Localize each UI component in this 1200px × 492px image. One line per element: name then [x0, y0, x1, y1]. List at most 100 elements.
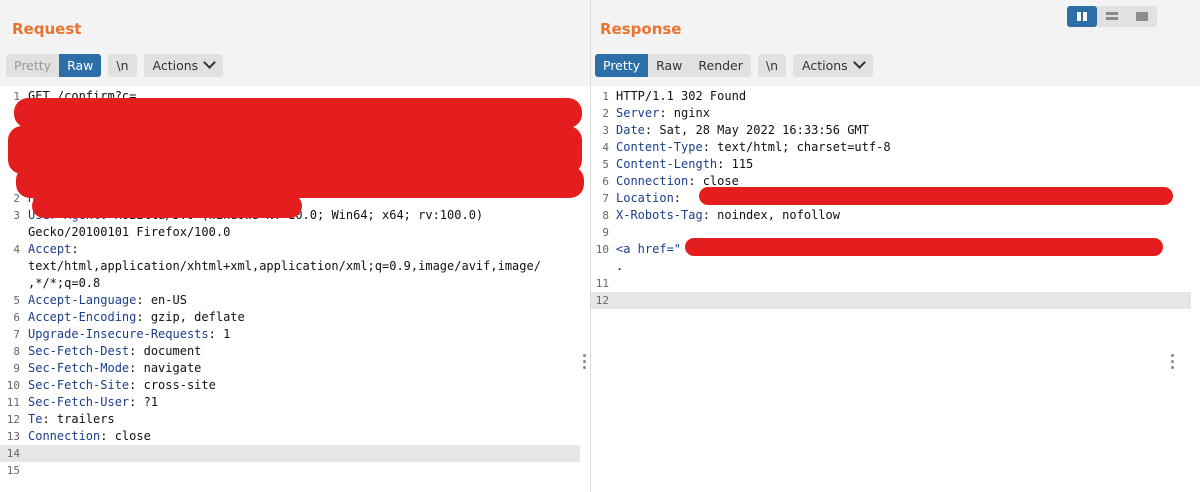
code-line: 13 Connection: close [0, 428, 580, 445]
code-line: 5 Content-Length: 115 [591, 156, 1191, 173]
header-value: : 115 [717, 157, 754, 171]
request-actions-button[interactable]: Actions [143, 54, 224, 77]
response-actions-button[interactable]: Actions [793, 54, 873, 77]
header-name: Server [616, 106, 660, 120]
code-line: 5 Accept-Language: en-US [0, 292, 580, 309]
layout-switch [1067, 6, 1157, 27]
line-number: 4 [13, 243, 20, 256]
code-line: 4 Accept: [0, 241, 580, 258]
redaction-mark [699, 187, 1173, 205]
line-text: ,*/*;q=0.8 [28, 275, 580, 292]
header-value: : document [129, 344, 202, 358]
code-line: 4 Content-Type: text/html; charset=utf-8 [591, 139, 1191, 156]
line-number: 5 [602, 158, 609, 171]
request-header: Request Pretty Raw \n Actions [0, 0, 590, 86]
header-name: Sec-Fetch-User [28, 395, 130, 409]
line-text: Upgrade-Insecure-Requests: 1 [28, 326, 580, 343]
header-value: : close [100, 429, 151, 443]
line-text: Sec-Fetch-Mode: navigate [28, 360, 580, 377]
response-newline-toggle[interactable]: \n [757, 54, 787, 77]
code-line: text/html,application/xhtml+xml,applicat… [0, 258, 580, 275]
request-view-tabs: Pretty Raw [6, 54, 102, 77]
code-line: ,*/*;q=0.8 [0, 275, 580, 292]
code-line: 12 Te: trailers [0, 411, 580, 428]
code-line: 8 Sec-Fetch-Dest: document [0, 343, 580, 360]
request-tab-pretty[interactable]: Pretty [6, 54, 60, 77]
response-editor[interactable]: 1 HTTP/1.1 302 Found 2 Server: nginx 3 Date: … [591, 86, 1200, 492]
response-tab-render[interactable]: Render [690, 54, 751, 77]
header-name: Upgrade-Insecure-Requests [28, 327, 209, 341]
header-value: : text/html; charset=utf-8 [702, 140, 891, 154]
code-line: 3 Date: Sat, 28 May 2022 16:33:56 GMT [591, 122, 1191, 139]
header-value: : 1 [208, 327, 231, 341]
line-text: Server: nginx [616, 105, 1191, 122]
code-line: 6 Accept-Encoding: gzip, deflate [0, 309, 580, 326]
line-number: 4 [602, 141, 609, 154]
request-editor[interactable]: 1GET /confirm?c=b590 3D HTTP/1.12Host3Us… [0, 86, 590, 492]
header-value: : cross-site [129, 378, 216, 392]
code-line: Gecko/20100101 Firefox/100.0 [0, 224, 580, 241]
line-number: 14 [6, 447, 20, 460]
response-more-menu-icon[interactable] [1171, 354, 1175, 372]
code-line: 12 [591, 292, 1191, 309]
line-text: Connection: close [28, 428, 580, 445]
line-text: Gecko/20100101 Firefox/100.0 [28, 224, 580, 241]
line-number: 2 [602, 107, 609, 120]
line-number: 5 [13, 294, 20, 307]
layout-horizontal-split-icon[interactable] [1097, 6, 1127, 27]
header-value: : close [688, 174, 739, 188]
header-name: Connection [28, 429, 101, 443]
line-text: Date: Sat, 28 May 2022 16:33:56 GMT [616, 122, 1191, 139]
line-text: Sec-Fetch-Site: cross-site [28, 377, 580, 394]
layout-side-by-side-icon[interactable] [1067, 6, 1097, 27]
line-number: 11 [595, 277, 609, 290]
response-tab-raw[interactable]: Raw [648, 54, 691, 77]
code-line: 11 [591, 275, 1191, 292]
header-value: : ?1 [129, 395, 159, 409]
line-number: 1 [602, 90, 609, 103]
line-number: 3 [13, 209, 20, 222]
request-tab-raw[interactable]: Raw [59, 54, 102, 77]
response-toolbar: Pretty Raw Render \n Actions [595, 54, 873, 77]
request-newline-toggle[interactable]: \n [108, 54, 137, 77]
line-text: text/html,application/xhtml+xml,applicat… [28, 258, 580, 275]
header-value: : navigate [129, 361, 202, 375]
line-text: Te: trailers [28, 411, 580, 428]
header-name: Content-Type [616, 140, 703, 154]
header-name: Date [616, 123, 645, 137]
line-text: Content-Type: text/html; charset=utf-8 [616, 139, 1191, 156]
line-text: . [616, 258, 1191, 275]
line-number: 2 [13, 192, 20, 205]
line-number: 9 [602, 226, 609, 239]
chevron-down-icon [852, 56, 866, 69]
code-line: 11 Sec-Fetch-User: ?1 [0, 394, 580, 411]
line-number: 6 [602, 175, 609, 188]
redaction-mark [685, 238, 1163, 256]
header-value: HTTP/1.1 302 Found [616, 89, 747, 103]
header-name: Te [28, 412, 43, 426]
header-name: Connection [616, 174, 689, 188]
line-number: 9 [13, 362, 20, 375]
header-value: ,*/*;q=0.8 [28, 276, 101, 290]
header-name: Accept-Encoding [28, 310, 137, 324]
line-text: Sec-Fetch-Dest: document [28, 343, 580, 360]
response-tab-pretty[interactable]: Pretty [595, 54, 649, 77]
code-line: 15 [0, 462, 580, 479]
header-value: : noindex, nofollow [702, 208, 840, 222]
header-name: X-Robots-Tag [616, 208, 703, 222]
code-line: 8 X-Robots-Tag: noindex, nofollow [591, 207, 1191, 224]
request-more-menu-icon[interactable] [583, 354, 587, 372]
line-number: 3 [602, 124, 609, 137]
response-header: Response Pretty Raw Render \n Actions [591, 0, 1200, 86]
line-number: 15 [6, 464, 20, 477]
header-value: : Sat, 28 May 2022 16:33:56 GMT [644, 123, 869, 137]
layout-single-icon[interactable] [1127, 6, 1157, 27]
header-name: Sec-Fetch-Site [28, 378, 130, 392]
line-number: 11 [6, 396, 20, 409]
code-line: 2 Server: nginx [591, 105, 1191, 122]
response-actions-label: Actions [802, 58, 848, 73]
line-number: 13 [6, 430, 20, 443]
code-line: 9 Sec-Fetch-Mode: navigate [0, 360, 580, 377]
line-number: 7 [602, 192, 609, 205]
header-value: text/html,application/xhtml+xml,applicat… [28, 259, 541, 273]
